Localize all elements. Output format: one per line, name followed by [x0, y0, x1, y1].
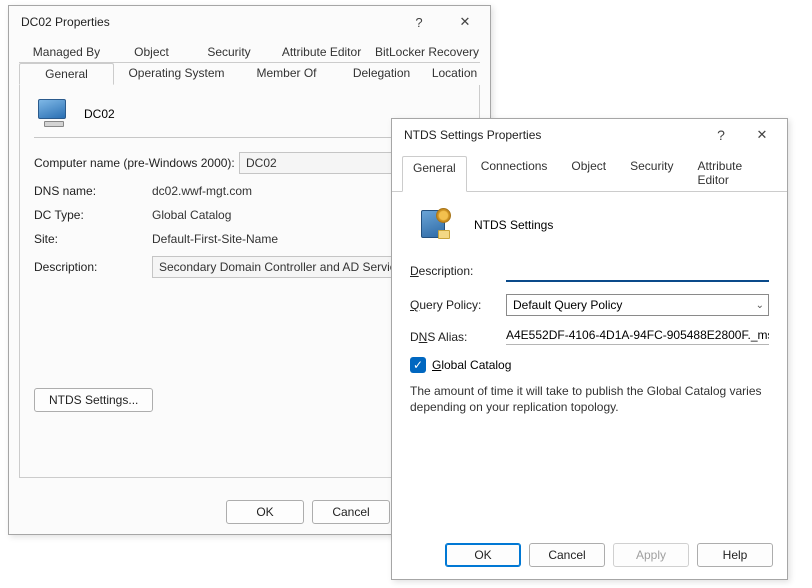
dlg1-titlebar: DC02 Properties ? ✕: [9, 6, 490, 38]
tab-object[interactable]: Object: [561, 155, 616, 191]
description-label: Description:: [34, 260, 152, 274]
tab-object[interactable]: Object: [114, 42, 189, 63]
cancel-button[interactable]: Cancel: [312, 500, 390, 524]
help-icon[interactable]: ?: [396, 7, 442, 37]
tab-attribute-editor[interactable]: Attribute Editor: [687, 155, 777, 191]
tab-location[interactable]: Location: [429, 63, 480, 85]
ntds-settings-icon: [418, 208, 452, 242]
dlg2-title: NTDS Settings Properties: [404, 128, 703, 142]
dns-label: DNS name:: [34, 184, 152, 198]
tab-security[interactable]: Security: [620, 155, 683, 191]
tab-attribute-editor[interactable]: Attribute Editor: [269, 42, 374, 63]
help-icon[interactable]: ?: [703, 120, 739, 150]
tab-general[interactable]: General: [402, 156, 467, 192]
tab-security[interactable]: Security: [189, 42, 269, 63]
dctype-label: DC Type:: [34, 208, 152, 222]
chevron-down-icon: ⌄: [756, 300, 764, 311]
global-catalog-checkbox[interactable]: [410, 357, 426, 373]
tab-bitlocker-recovery[interactable]: BitLocker Recovery: [374, 42, 480, 63]
query-policy-value: Default Query Policy: [513, 298, 622, 312]
dlg2-titlebar: NTDS Settings Properties ? ✕: [392, 119, 787, 151]
cancel-button[interactable]: Cancel: [529, 543, 605, 567]
dns-alias-label: DNS Alias:: [410, 330, 506, 344]
global-catalog-label: Global Catalog: [432, 358, 511, 372]
ntds-settings-properties-dialog: NTDS Settings Properties ? ✕ General Con…: [391, 118, 788, 580]
ntds-heading: NTDS Settings: [474, 218, 553, 232]
dlg1-title: DC02 Properties: [21, 15, 396, 29]
tab-delegation[interactable]: Delegation: [334, 63, 429, 85]
dns-alias-value: A4E552DF-4106-4D1A-94FC-905488E2800F._ms…: [506, 328, 769, 345]
tab-managed-by[interactable]: Managed By: [19, 42, 114, 63]
ok-button[interactable]: OK: [445, 543, 521, 567]
ntds-description-label: Description:: [410, 264, 506, 278]
tab-connections[interactable]: Connections: [471, 155, 558, 191]
dlg2-general-pane: NTDS Settings Description: Query Policy:…: [392, 192, 787, 425]
tab-operating-system[interactable]: Operating System: [114, 63, 239, 85]
close-icon[interactable]: ✕: [739, 120, 785, 150]
computer-name-heading: DC02: [84, 107, 115, 121]
tab-member-of[interactable]: Member Of: [239, 63, 334, 85]
computer-icon: [38, 99, 70, 129]
dlg1-tabs-row2: General Operating System Member Of Deleg…: [19, 63, 480, 85]
tab-general[interactable]: General: [19, 63, 114, 85]
help-button[interactable]: Help: [697, 543, 773, 567]
site-label: Site:: [34, 232, 152, 246]
dlg1-tabs-row1: Managed By Object Security Attribute Edi…: [19, 42, 480, 63]
ok-button[interactable]: OK: [226, 500, 304, 524]
global-catalog-note: The amount of time it will take to publi…: [410, 383, 769, 415]
ntds-description-input[interactable]: [506, 260, 769, 282]
pre2000-label: Computer name (pre-Windows 2000):: [34, 156, 239, 170]
dlg2-actions: OK Cancel Apply Help: [445, 543, 773, 567]
close-icon[interactable]: ✕: [442, 7, 488, 37]
dlg2-tabs: General Connections Object Security Attr…: [392, 155, 787, 192]
ntds-settings-button[interactable]: NTDS Settings...: [34, 388, 153, 412]
apply-button[interactable]: Apply: [613, 543, 689, 567]
query-policy-combobox[interactable]: Default Query Policy ⌄: [506, 294, 769, 316]
query-policy-label: Query Policy:: [410, 298, 506, 312]
